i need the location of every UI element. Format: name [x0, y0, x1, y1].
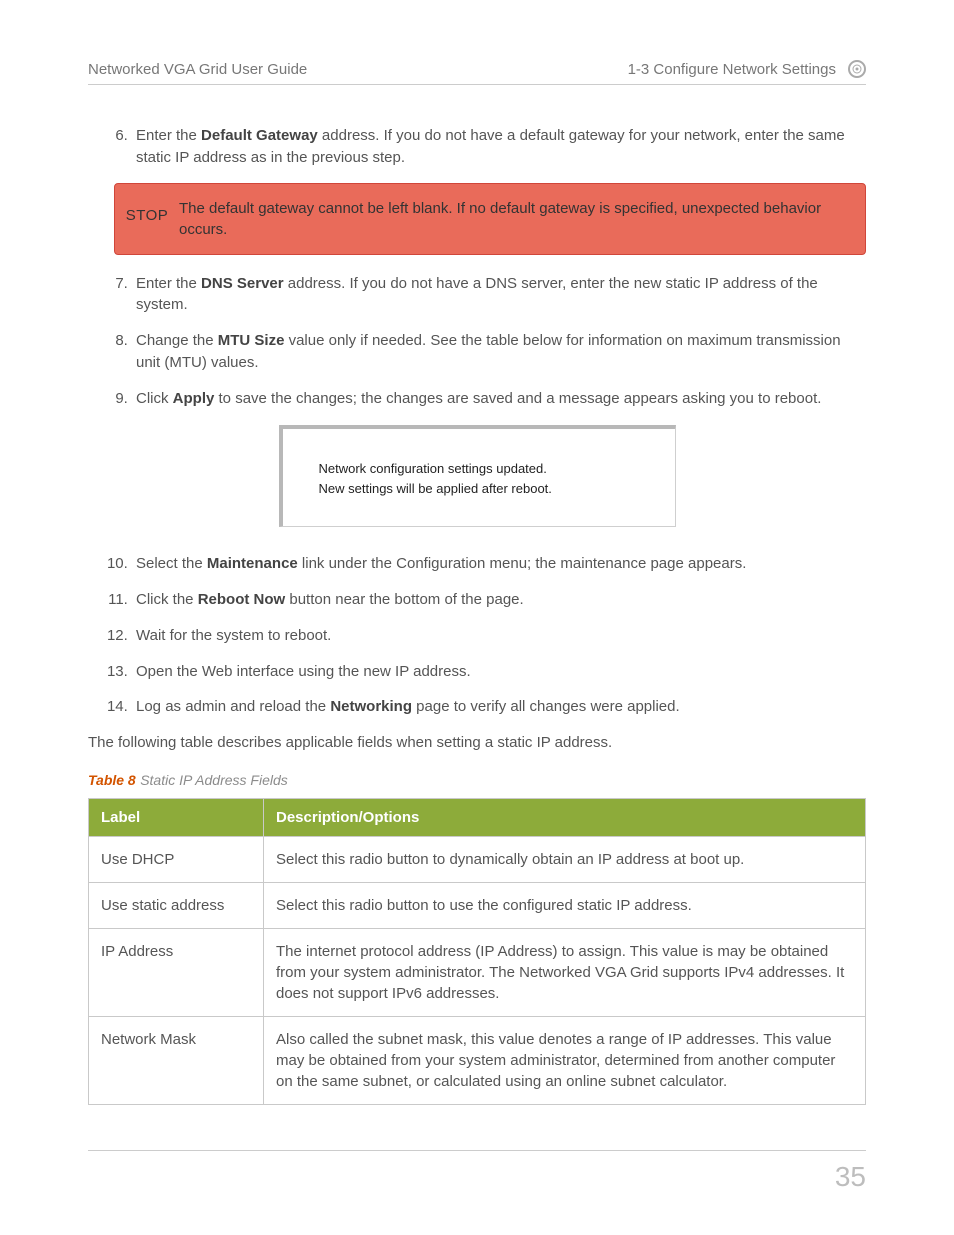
step-9: Click Apply to save the changes; the cha…: [132, 388, 866, 410]
msg-line2: New settings will be applied after reboo…: [319, 479, 639, 499]
step-10: Select the Maintenance link under the Co…: [132, 553, 866, 575]
text-run: page to verify all changes were applied.: [412, 698, 680, 715]
text-run: Wait for the system to reboot.: [136, 627, 331, 644]
table-number: Table 8: [88, 772, 136, 788]
page-header: Networked VGA Grid User Guide 1-3 Config…: [88, 60, 866, 85]
step-13: Open the Web interface using the new IP …: [132, 661, 866, 683]
message-box: Network configuration settings updated. …: [279, 425, 676, 527]
step-7: Enter the DNS Server address. If you do …: [132, 273, 866, 317]
brand-icon: [848, 60, 866, 78]
text-run: Log as admin and reload the: [136, 698, 330, 715]
cell-label: Use DHCP: [89, 836, 264, 882]
steps-list-part3: Select the Maintenance link under the Co…: [88, 553, 866, 718]
step-6: Enter the Default Gateway address. If yo…: [132, 125, 866, 169]
text-run: link under the Configuration menu; the m…: [298, 555, 747, 572]
table-row: Use static addressSelect this radio butt…: [89, 882, 866, 928]
table-title: Static IP Address Fields: [140, 772, 288, 788]
text-run: Enter the: [136, 127, 201, 144]
step-14: Log as admin and reload the Networking p…: [132, 696, 866, 718]
fields-table: Label Description/Options Use DHCPSelect…: [88, 798, 866, 1105]
page-number: 35: [835, 1161, 866, 1192]
th-label: Label: [89, 798, 264, 836]
msg-line1: Network configuration settings updated.: [319, 459, 639, 479]
stop-icon: STOP: [129, 198, 165, 234]
steps-list-part1: Enter the Default Gateway address. If yo…: [88, 125, 866, 169]
cell-desc: The internet protocol address (IP Addres…: [264, 928, 866, 1016]
cell-label: Use static address: [89, 882, 264, 928]
bold-term: Apply: [173, 390, 215, 407]
text-run: Enter the: [136, 275, 201, 292]
step-12: Wait for the system to reboot.: [132, 625, 866, 647]
step-11: Click the Reboot Now button near the bot…: [132, 589, 866, 611]
document-page: Networked VGA Grid User Guide 1-3 Config…: [0, 0, 954, 1235]
page-footer: 35: [88, 1150, 866, 1193]
bold-term: Maintenance: [207, 555, 298, 572]
table-row: IP AddressThe internet protocol address …: [89, 928, 866, 1016]
table-row: Network MaskAlso called the subnet mask,…: [89, 1016, 866, 1104]
cell-label: Network Mask: [89, 1016, 264, 1104]
cell-desc: Also called the subnet mask, this value …: [264, 1016, 866, 1104]
bold-term: DNS Server: [201, 275, 284, 292]
message-box-wrap: Network configuration settings updated. …: [88, 425, 866, 527]
cell-desc: Select this radio button to dynamically …: [264, 836, 866, 882]
header-right: 1-3 Configure Network Settings: [628, 61, 836, 78]
cell-label: IP Address: [89, 928, 264, 1016]
callout-text: The default gateway cannot be left blank…: [179, 198, 849, 240]
table-intro: The following table describes applicable…: [88, 732, 866, 754]
header-left: Networked VGA Grid User Guide: [88, 61, 307, 78]
step-8: Change the MTU Size value only if needed…: [132, 330, 866, 374]
bold-term: MTU Size: [218, 332, 285, 349]
text-run: button near the bottom of the page.: [285, 591, 524, 608]
table-row: Use DHCPSelect this radio button to dyna…: [89, 836, 866, 882]
bold-term: Networking: [330, 698, 412, 715]
th-desc: Description/Options: [264, 798, 866, 836]
table-caption: Table 8 Static IP Address Fields: [88, 772, 866, 790]
cell-desc: Select this radio button to use the conf…: [264, 882, 866, 928]
stop-callout: STOP The default gateway cannot be left …: [114, 183, 866, 255]
text-run: Click the: [136, 591, 198, 608]
stop-badge-text: STOP: [126, 205, 169, 226]
fields-tbody: Use DHCPSelect this radio button to dyna…: [89, 836, 866, 1104]
text-run: Select the: [136, 555, 207, 572]
text-run: to save the changes; the changes are sav…: [214, 390, 821, 407]
steps-list-part2: Enter the DNS Server address. If you do …: [88, 273, 866, 410]
bold-term: Default Gateway: [201, 127, 318, 144]
text-run: Click: [136, 390, 173, 407]
text-run: Open the Web interface using the new IP …: [136, 663, 471, 680]
text-run: Change the: [136, 332, 218, 349]
bold-term: Reboot Now: [198, 591, 286, 608]
